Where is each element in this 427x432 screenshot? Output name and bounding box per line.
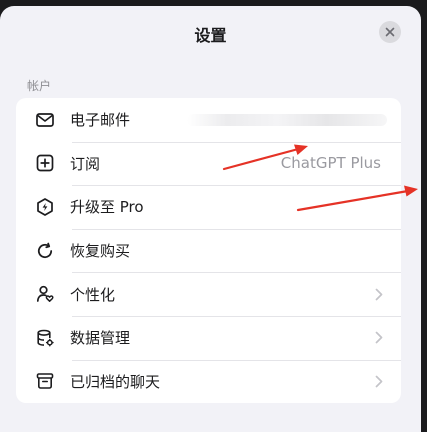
settings-row-label: 个性化 (70, 285, 116, 304)
settings-row-label: 数据管理 (70, 329, 131, 348)
settings-row-label: 订阅 (70, 154, 101, 173)
account-settings-list: 电子邮件 订阅 ChatGPT Plus 升级至 Pro 恢复购买 个性化 数据… (16, 98, 401, 404)
settings-row-email[interactable]: 电子邮件 (16, 98, 401, 142)
chevron-right-icon (375, 331, 383, 344)
mail-icon (36, 112, 54, 127)
settings-header: 设置 (0, 6, 421, 58)
chevron-right-icon (375, 288, 383, 301)
plus-square-icon (36, 155, 54, 172)
personalize-icon (36, 286, 54, 303)
settings-row-archived-chats[interactable]: 已归档的聊天 (16, 359, 401, 404)
section-label-account: 帐户 (27, 79, 52, 93)
chevron-right-icon (375, 375, 383, 388)
settings-row-upgrade-pro[interactable]: 升级至 Pro (16, 185, 401, 229)
settings-row-personalization[interactable]: 个性化 (16, 272, 401, 316)
settings-row-label: 恢复购买 (70, 242, 131, 261)
upgrade-icon (37, 198, 53, 216)
close-button[interactable] (379, 21, 401, 43)
archive-icon (36, 373, 54, 390)
refresh-icon (37, 242, 53, 258)
database-icon (37, 329, 54, 347)
email-value-redacted (187, 113, 387, 126)
settings-row-label: 升级至 Pro (70, 198, 144, 217)
settings-row-subscription[interactable]: 订阅 ChatGPT Plus (16, 141, 401, 186)
settings-row-label: 电子邮件 (70, 111, 131, 130)
close-icon (385, 27, 395, 37)
subscription-plan-value: ChatGPT Plus (280, 154, 381, 173)
page-title: 设置 (194, 26, 227, 45)
settings-row-data-management[interactable]: 数据管理 (16, 315, 401, 360)
settings-row-label: 已归档的聊天 (70, 372, 161, 391)
settings-sheet: 设置 帐户 电子邮件 订阅 ChatGPT Plus 升级至 Pro 恢复购买 … (0, 6, 421, 432)
settings-row-restore-purchases[interactable]: 恢复购买 (16, 228, 401, 273)
